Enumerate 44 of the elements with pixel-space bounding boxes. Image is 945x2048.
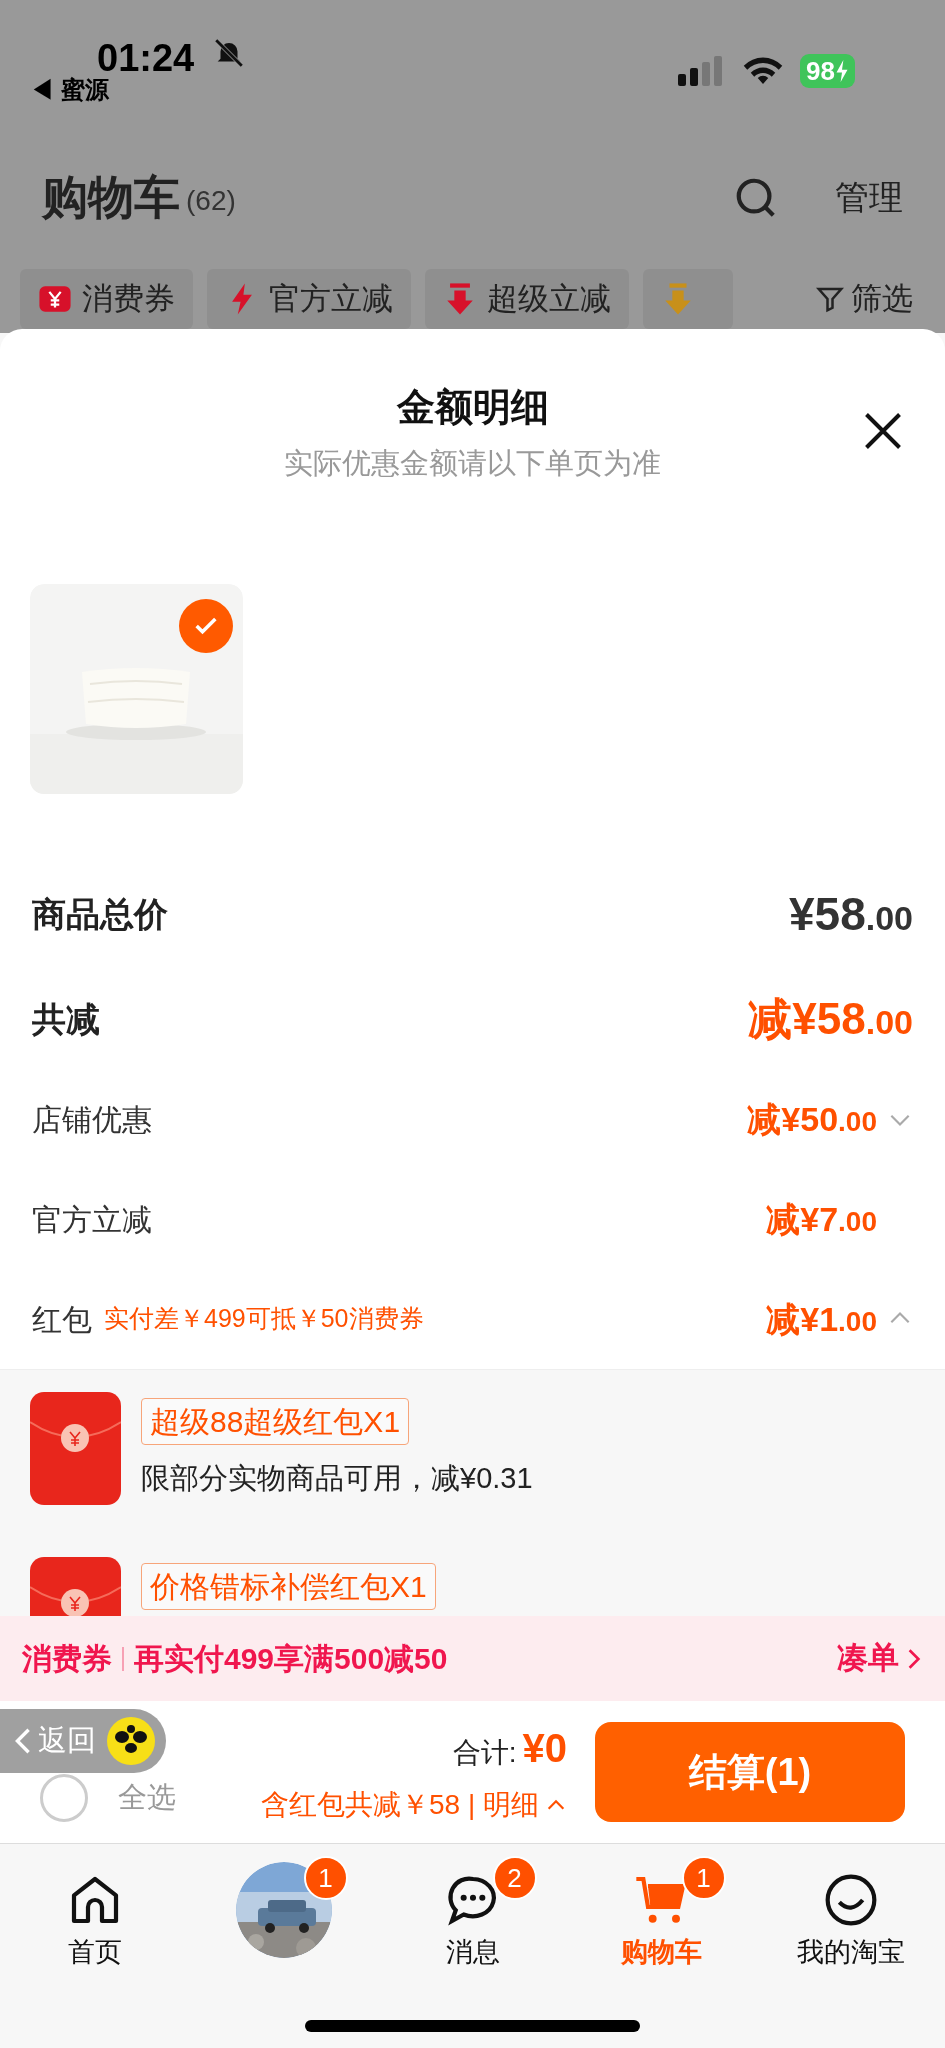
- tab-item[interactable]: 消息 2: [378, 1856, 567, 2006]
- row-amount: 减¥1.00: [766, 1298, 877, 1340]
- select-all-label: 全选: [118, 1780, 176, 1816]
- row-label: 红包: [32, 1301, 92, 1338]
- sheet-subtitle: 实际优惠金额请以下单页为准: [284, 446, 661, 481]
- sheet-title: 金额明细: [396, 385, 549, 430]
- bonus-tag: 价格错标补偿红包X1: [141, 1563, 436, 1610]
- tab-item[interactable]: 首页: [0, 1856, 189, 2006]
- battery-indicator: 98: [800, 54, 855, 88]
- filter-chip[interactable]: 消费券: [20, 269, 193, 329]
- bell-muted-icon: [212, 36, 246, 70]
- chevron-left-icon: [14, 1727, 32, 1755]
- manage-button[interactable]: 管理: [835, 172, 903, 223]
- row-amount: 减¥7.00: [766, 1198, 877, 1240]
- charging-icon: [834, 60, 849, 82]
- tab-item[interactable]: 1: [189, 1856, 378, 2006]
- gather-order-link[interactable]: 凑单: [837, 1635, 923, 1682]
- promo-label: 消费券: [22, 1641, 112, 1677]
- row-label: 共减: [32, 998, 100, 1040]
- promo-text: 再实付499享满500减50: [134, 1641, 448, 1677]
- savings-detail-link[interactable]: 含红包共减￥58 | 明细: [261, 1784, 567, 1826]
- total-amount: ¥0: [522, 1725, 567, 1772]
- row-amount: 减¥50.00: [747, 1098, 877, 1140]
- notification-badge: 1: [681, 1856, 726, 1900]
- item-count: (62): [186, 183, 236, 218]
- row-note: 实付差￥499可抵￥50消费券: [104, 1303, 424, 1335]
- row-amount: ¥58.00: [789, 886, 913, 942]
- bonus-tag: 超级88超级红包X1: [141, 1398, 410, 1445]
- envelope-icon: [30, 1392, 121, 1505]
- checkout-button[interactable]: 结算(1): [595, 1722, 905, 1822]
- filter-chip[interactable]: 超级立减: [425, 269, 629, 329]
- notification-badge: 2: [492, 1856, 537, 1900]
- bonus-description: 限部分实物商品可用，减¥0.31: [141, 1461, 533, 1496]
- notification-badge: 1: [303, 1856, 348, 1900]
- total-label: 合计:: [452, 1736, 517, 1770]
- row-label: 店铺优惠: [32, 1101, 152, 1138]
- row-label: 商品总价: [32, 893, 168, 935]
- row-amount: 减¥58.00: [748, 993, 913, 1045]
- page-title: 购物车: [42, 170, 180, 225]
- back-overlay-button[interactable]: 返回: [0, 1709, 166, 1773]
- row-label: 官方立减: [32, 1201, 152, 1238]
- tab-item[interactable]: 我的淘宝: [756, 1856, 945, 2006]
- filter-chip[interactable]: 官方立减: [207, 269, 411, 329]
- tab-item[interactable]: 购物车 1: [567, 1856, 756, 2006]
